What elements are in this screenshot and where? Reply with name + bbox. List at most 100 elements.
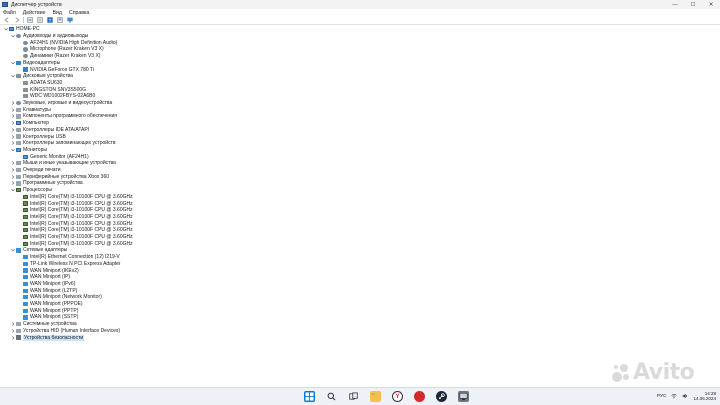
forward-icon[interactable] bbox=[13, 17, 20, 24]
tree-device[interactable]: WAN Miniport (PPTP) bbox=[17, 307, 78, 314]
tree-device[interactable]: Динамики (Razer Kraken V3 X) bbox=[17, 53, 100, 60]
tree-device[interactable]: NVIDIA GeForce GTX 780 Ti bbox=[17, 66, 94, 73]
volume-icon[interactable] bbox=[682, 393, 688, 399]
tree-device[interactable]: AF24H1 (NVIDIA High Definition Audio) bbox=[17, 39, 117, 46]
tree-device[interactable]: WAN Miniport (IPv6) bbox=[17, 281, 75, 288]
tree-device[interactable]: WAN Miniport (Network Monitor) bbox=[17, 294, 102, 301]
tree-category[interactable]: Контроллеры USB bbox=[10, 133, 66, 140]
tree-device[interactable]: Intel(R) Core(TM) i3-10100F CPU @ 3.60GH… bbox=[17, 227, 133, 234]
window-controls: — ☐ ✕ bbox=[666, 0, 720, 9]
windows-start-icon[interactable] bbox=[304, 391, 315, 402]
expand-chevron-icon[interactable] bbox=[10, 134, 15, 139]
net-icon bbox=[23, 275, 28, 280]
tree-item-label: Intel(R) Core(TM) i3-10100F CPU @ 3.60GH… bbox=[30, 234, 133, 241]
expand-chevron-icon[interactable] bbox=[10, 114, 15, 119]
wifi-icon[interactable] bbox=[671, 393, 678, 399]
expand-chevron-icon[interactable] bbox=[10, 168, 15, 173]
collapse-chevron-icon[interactable] bbox=[10, 34, 15, 39]
collapse-chevron-icon[interactable] bbox=[10, 60, 15, 65]
tree-category[interactable]: Сетевые адаптеры bbox=[10, 247, 67, 254]
tree-category[interactable]: Компьютер bbox=[10, 120, 49, 127]
tree-category[interactable]: Видеоадаптеры bbox=[10, 60, 60, 67]
help-icon[interactable]: ? bbox=[47, 17, 54, 24]
tree-category[interactable]: Мониторы bbox=[10, 147, 47, 154]
tree-category[interactable]: Клавиатуры bbox=[10, 106, 51, 113]
expand-chevron-icon[interactable] bbox=[10, 121, 15, 126]
menu-file[interactable]: Файл bbox=[3, 10, 16, 16]
view-icon[interactable] bbox=[57, 17, 64, 24]
file-explorer-icon[interactable] bbox=[370, 391, 381, 402]
title-bar: Диспетчер устройств — ☐ ✕ bbox=[0, 0, 720, 9]
tree-device[interactable]: WDC WD1002FBYS-02A6B0 bbox=[17, 93, 95, 100]
tree-category[interactable]: Устройства безопасности bbox=[10, 334, 85, 341]
tree-device[interactable]: Intel(R) Ethernet Connection (12) I219-V bbox=[17, 254, 120, 261]
tree-category[interactable]: Очереди печати bbox=[10, 167, 61, 174]
tree-device[interactable]: KINGSTON SNV3S500G bbox=[17, 86, 86, 93]
tree-device[interactable]: ADATA SU630 bbox=[17, 80, 62, 87]
collapse-chevron-icon[interactable] bbox=[10, 74, 15, 79]
task-view-icon[interactable] bbox=[348, 391, 359, 402]
tree-category[interactable]: Системные устройства bbox=[10, 321, 77, 328]
tree-device[interactable]: WAN Miniport (SSTP) bbox=[17, 314, 78, 321]
tree-item-label: NVIDIA GeForce GTX 780 Ti bbox=[30, 66, 94, 73]
clock[interactable]: 14:28 14.06.2024 bbox=[693, 391, 716, 401]
yandex-browser-icon[interactable]: Y bbox=[392, 391, 403, 402]
tree-device[interactable]: Intel(R) Core(TM) i3-10100F CPU @ 3.60GH… bbox=[17, 234, 133, 241]
tree-device[interactable]: Intel(R) Core(TM) i3-10100F CPU @ 3.60GH… bbox=[17, 240, 133, 247]
expand-chevron-icon[interactable] bbox=[10, 335, 15, 340]
tree-device[interactable]: WAN Miniport (IP) bbox=[17, 274, 70, 281]
language-indicator[interactable]: РУС bbox=[657, 394, 667, 399]
expand-chevron-icon[interactable] bbox=[10, 127, 15, 132]
back-icon[interactable] bbox=[3, 17, 10, 24]
device-manager-icon[interactable] bbox=[458, 391, 469, 402]
tree-category[interactable]: Мыши и иные указывающие устройства bbox=[10, 160, 116, 167]
expand-chevron-icon[interactable] bbox=[10, 181, 15, 186]
search-icon[interactable] bbox=[326, 391, 337, 402]
tree-device[interactable]: WAN Miniport (L2TP) bbox=[17, 287, 77, 294]
expand-chevron-icon[interactable] bbox=[10, 141, 15, 146]
tree-category[interactable]: Компоненты программного обеспечения bbox=[10, 113, 117, 120]
tree-device[interactable]: Intel(R) Core(TM) i3-10100F CPU @ 3.60GH… bbox=[17, 220, 133, 227]
tree-device[interactable]: Intel(R) Core(TM) i3-10100F CPU @ 3.60GH… bbox=[17, 194, 133, 201]
tree-device[interactable]: Microphone (Razer Kraken V3 X) bbox=[17, 46, 104, 53]
tree-category[interactable]: Дисковые устройства bbox=[10, 73, 73, 80]
expand-chevron-icon[interactable] bbox=[10, 101, 15, 106]
menu-view[interactable]: Вид bbox=[53, 10, 62, 16]
expand-chevron-icon[interactable] bbox=[10, 322, 15, 327]
security-icon bbox=[16, 335, 21, 340]
tree-device[interactable]: WAN Miniport (PPPOE) bbox=[17, 301, 83, 308]
collapse-chevron-icon[interactable] bbox=[10, 147, 15, 152]
collapse-chevron-icon[interactable] bbox=[10, 188, 15, 193]
generic-icon bbox=[16, 181, 21, 186]
properties-icon[interactable] bbox=[27, 17, 34, 24]
steam-icon[interactable] bbox=[436, 391, 447, 402]
tree-category[interactable]: Программные устройства bbox=[10, 180, 83, 187]
tree-root[interactable]: HOME-PC bbox=[3, 26, 40, 33]
tree-category[interactable]: Устройства HID (Human Interface Devices) bbox=[10, 328, 120, 335]
menu-help[interactable]: Справка bbox=[69, 10, 89, 16]
collapse-chevron-icon[interactable] bbox=[10, 248, 15, 253]
tree-category[interactable]: Контроллеры запоминающих устройств bbox=[10, 140, 116, 147]
minimize-button[interactable]: — bbox=[666, 0, 684, 9]
tree-category[interactable]: Звуковые, игровые и видеоустройства bbox=[10, 100, 112, 107]
tree-category[interactable]: Аудиовходы и аудиовыходы bbox=[10, 33, 88, 40]
list-icon[interactable] bbox=[37, 17, 44, 24]
close-button[interactable]: ✕ bbox=[702, 0, 720, 9]
expand-chevron-icon[interactable] bbox=[10, 107, 15, 112]
expand-chevron-icon[interactable] bbox=[10, 328, 15, 333]
red-app-icon[interactable] bbox=[414, 391, 425, 402]
tree-category[interactable]: Процессоры bbox=[10, 187, 52, 194]
tree-category[interactable]: Контроллеры IDE ATA/ATAPI bbox=[10, 127, 89, 134]
tree-device[interactable]: Generic Monitor (AF24H1) bbox=[17, 153, 89, 160]
menu-action[interactable]: Действие bbox=[23, 10, 46, 16]
tree-device[interactable]: Intel(R) Core(TM) i3-10100F CPU @ 3.60GH… bbox=[17, 214, 133, 221]
tree-device[interactable]: Intel(R) Core(TM) i3-10100F CPU @ 3.60GH… bbox=[17, 207, 133, 214]
tree-device[interactable]: TP-Link Wireless N PCI Express Adapter bbox=[17, 261, 121, 268]
tree-device[interactable]: WAN Miniport (IKEv2) bbox=[17, 267, 79, 274]
tree-device[interactable]: Intel(R) Core(TM) i3-10100F CPU @ 3.60GH… bbox=[17, 200, 133, 207]
collapse-chevron-icon[interactable] bbox=[3, 27, 8, 32]
maximize-button[interactable]: ☐ bbox=[684, 0, 702, 9]
monitor-icon[interactable] bbox=[67, 17, 74, 24]
expand-chevron-icon[interactable] bbox=[10, 174, 15, 179]
expand-chevron-icon[interactable] bbox=[10, 161, 15, 166]
